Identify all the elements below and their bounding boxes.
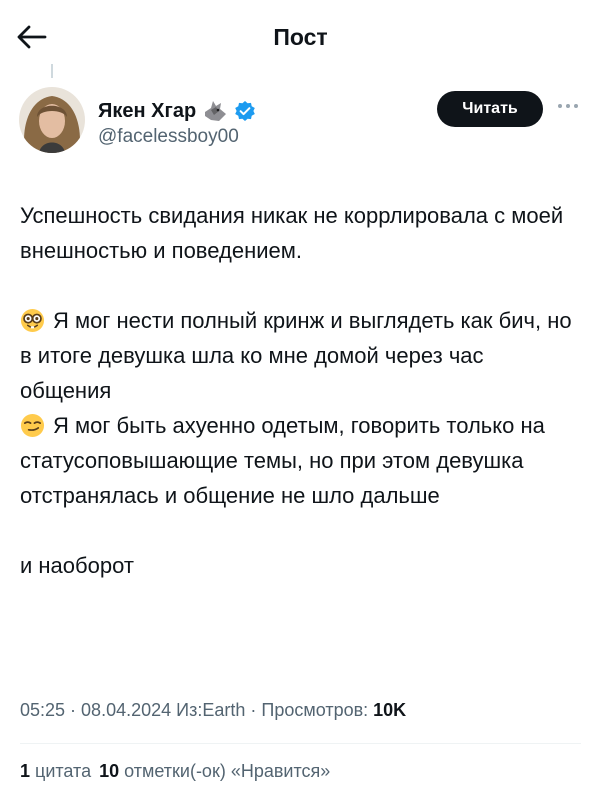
post-metadata: 05:25 · 08.04.2024 Из:Earth · Просмотров… [20,700,406,721]
likes-label: отметки(-ок) «Нравится» [119,761,331,781]
smirk-face-emoji-icon [20,413,45,438]
meta-separator: · [65,700,82,720]
top-bar: Пост [0,0,601,70]
divider [20,743,581,744]
follow-button[interactable]: Читать [437,91,543,127]
engagement-stats: 1 цитата 10 отметки(-ок) «Нравится» [20,761,338,782]
post-list-item-text: Я мог нести полный кринж и выглядеть как… [20,308,572,403]
thread-connector-line [51,64,53,78]
post-list-item: Я мог быть ахуенно одетым, говорить толь… [20,408,580,513]
post-date[interactable]: 08.04.2024 [81,700,171,720]
quotes-stat[interactable]: 1 цитата [20,761,91,781]
post-text: Успешность свидания никак не коррлировал… [20,198,580,583]
avatar[interactable] [19,87,85,153]
post-paragraph: Успешность свидания никак не коррлировал… [20,203,564,263]
avatar-image [19,87,85,153]
likes-stat[interactable]: 10 отметки(-ок) «Нравится» [99,761,330,781]
more-icon [558,104,578,108]
post-source: Из:Earth [176,700,246,720]
post-list-item-text: Я мог быть ахуенно одетым, говорить толь… [20,413,545,508]
author-handle[interactable]: @facelessboy00 [98,126,239,148]
verified-badge-icon [235,101,255,121]
author-name[interactable]: Якен Хгар [98,100,196,123]
views-count: 10K [373,700,407,720]
more-options-button[interactable] [553,96,583,116]
post-list-item: Я мог нести полный кринж и выглядеть как… [20,303,580,408]
author-name-row: Якен Хгар [98,98,256,124]
post-time[interactable]: 05:25 [20,700,65,720]
views-label: Просмотров: [261,700,374,720]
meta-separator: · [245,700,262,720]
wolf-emoji-icon [205,101,227,121]
likes-count: 10 [99,761,120,781]
page-title: Пост [273,24,328,50]
post-paragraph: и наоборот [20,553,134,578]
nerd-face-emoji-icon [20,308,45,333]
quotes-label: цитата [30,761,92,781]
quotes-count: 1 [20,761,31,781]
